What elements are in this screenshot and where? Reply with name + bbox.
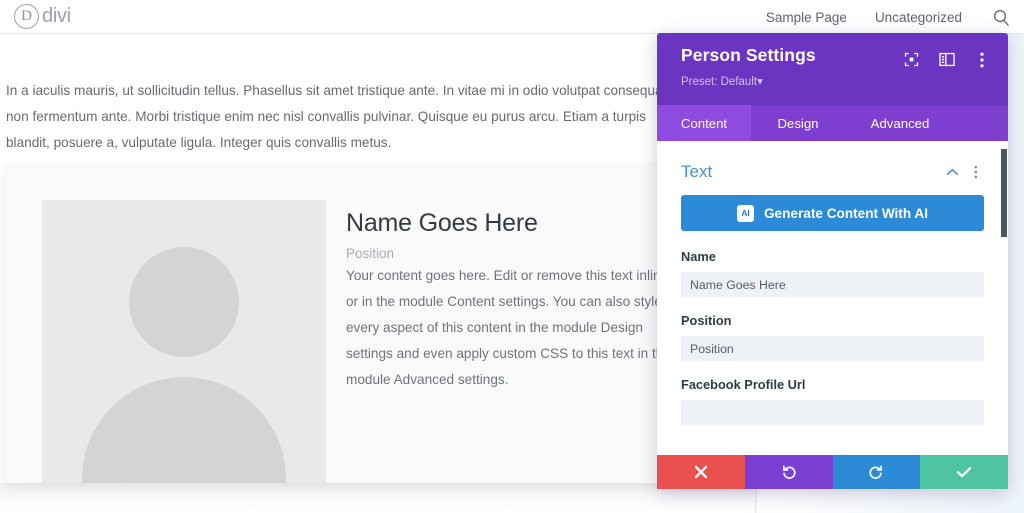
generate-content-with-ai-button[interactable]: AI Generate Content With AI [681,195,984,231]
kebab-menu-icon[interactable] [973,51,990,68]
panel-preset-caret-icon: ▾ [757,76,763,88]
facebook-profile-url-input[interactable] [681,400,984,425]
avatar-head-icon [129,247,239,357]
nav-link-sample-page[interactable]: Sample Page [766,10,847,25]
undo-button[interactable] [744,455,833,489]
divi-logo-circle-icon: D [14,4,39,29]
tab-advanced[interactable]: Advanced [845,105,955,141]
section-title: Text [681,162,713,181]
site-nav: Sample Page Uncategorized [766,0,1012,34]
panel-scroll-area: Text AI Generate Content With AI Name Na… [657,141,1008,455]
person-info: Name Goes Here Position Your content goe… [346,209,676,393]
panel-scrollbar-thumb[interactable] [1001,149,1007,237]
site-header: D divi Sample Page Uncategorized [0,0,1024,34]
tab-content[interactable]: Content [657,105,751,141]
section-kebab-menu-icon[interactable] [968,165,984,179]
search-icon[interactable] [990,6,1012,28]
person-description: Your content goes here. Edit or remove t… [346,268,671,387]
field-group-position: Position [681,313,984,361]
name-input[interactable] [681,272,984,297]
ai-badge-icon: AI [736,204,754,222]
person-photo-placeholder[interactable] [42,200,326,483]
person-module-card[interactable]: Name Goes Here Position Your content goe… [6,165,758,483]
person-position: Position [346,246,395,261]
undo-arrow-icon [782,465,796,479]
divi-logo-text: divi [42,5,71,27]
field-label-facebook-profile-url: Facebook Profile Url [681,377,806,392]
divi-logo[interactable]: D divi [14,4,71,29]
panel-preset-label: Preset: Default [681,76,758,88]
chevron-up-icon[interactable] [944,168,960,177]
generate-content-with-ai-label: Generate Content With AI [763,205,928,221]
person-settings-panel: Person Settings Preset: Default▾ Content… [657,33,1008,489]
panel-preset-selector[interactable]: Preset: Default▾ [681,74,763,88]
position-input[interactable] [681,336,984,361]
redo-arrow-icon [869,465,883,479]
nav-link-uncategorized[interactable]: Uncategorized [875,10,962,25]
person-name: Name Goes Here [346,209,538,237]
panel-layout-icon[interactable] [938,51,955,68]
section-header-text[interactable]: Text [681,157,984,187]
close-x-icon [694,465,708,479]
panel-tabs: Content Design Advanced [657,105,1008,141]
focus-target-icon[interactable] [903,51,920,68]
field-label-position: Position [681,313,732,328]
save-button[interactable] [920,455,1008,489]
field-group-facebook-profile-url: Facebook Profile Url [681,377,984,425]
panel-scrollbar-track[interactable] [1001,141,1008,455]
field-group-name: Name [681,249,984,297]
screen-root: D divi Sample Page Uncategorized In a ia… [0,0,1024,513]
panel-action-bar [657,455,1008,489]
field-label-name: Name [681,249,716,264]
panel-header: Person Settings Preset: Default▾ [657,33,1008,105]
avatar-body-icon [82,377,286,483]
module-shadow-strip [0,483,758,513]
redo-button[interactable] [832,455,921,489]
check-icon [956,467,972,478]
panel-content: Text AI Generate Content With AI Name Na… [657,141,1008,451]
cancel-button[interactable] [657,455,745,489]
panel-title: Person Settings [681,45,816,65]
tab-design[interactable]: Design [751,105,845,141]
intro-paragraph: In a iaculis mauris, ut sollicitudin tel… [6,83,667,150]
panel-header-icons [903,51,990,68]
